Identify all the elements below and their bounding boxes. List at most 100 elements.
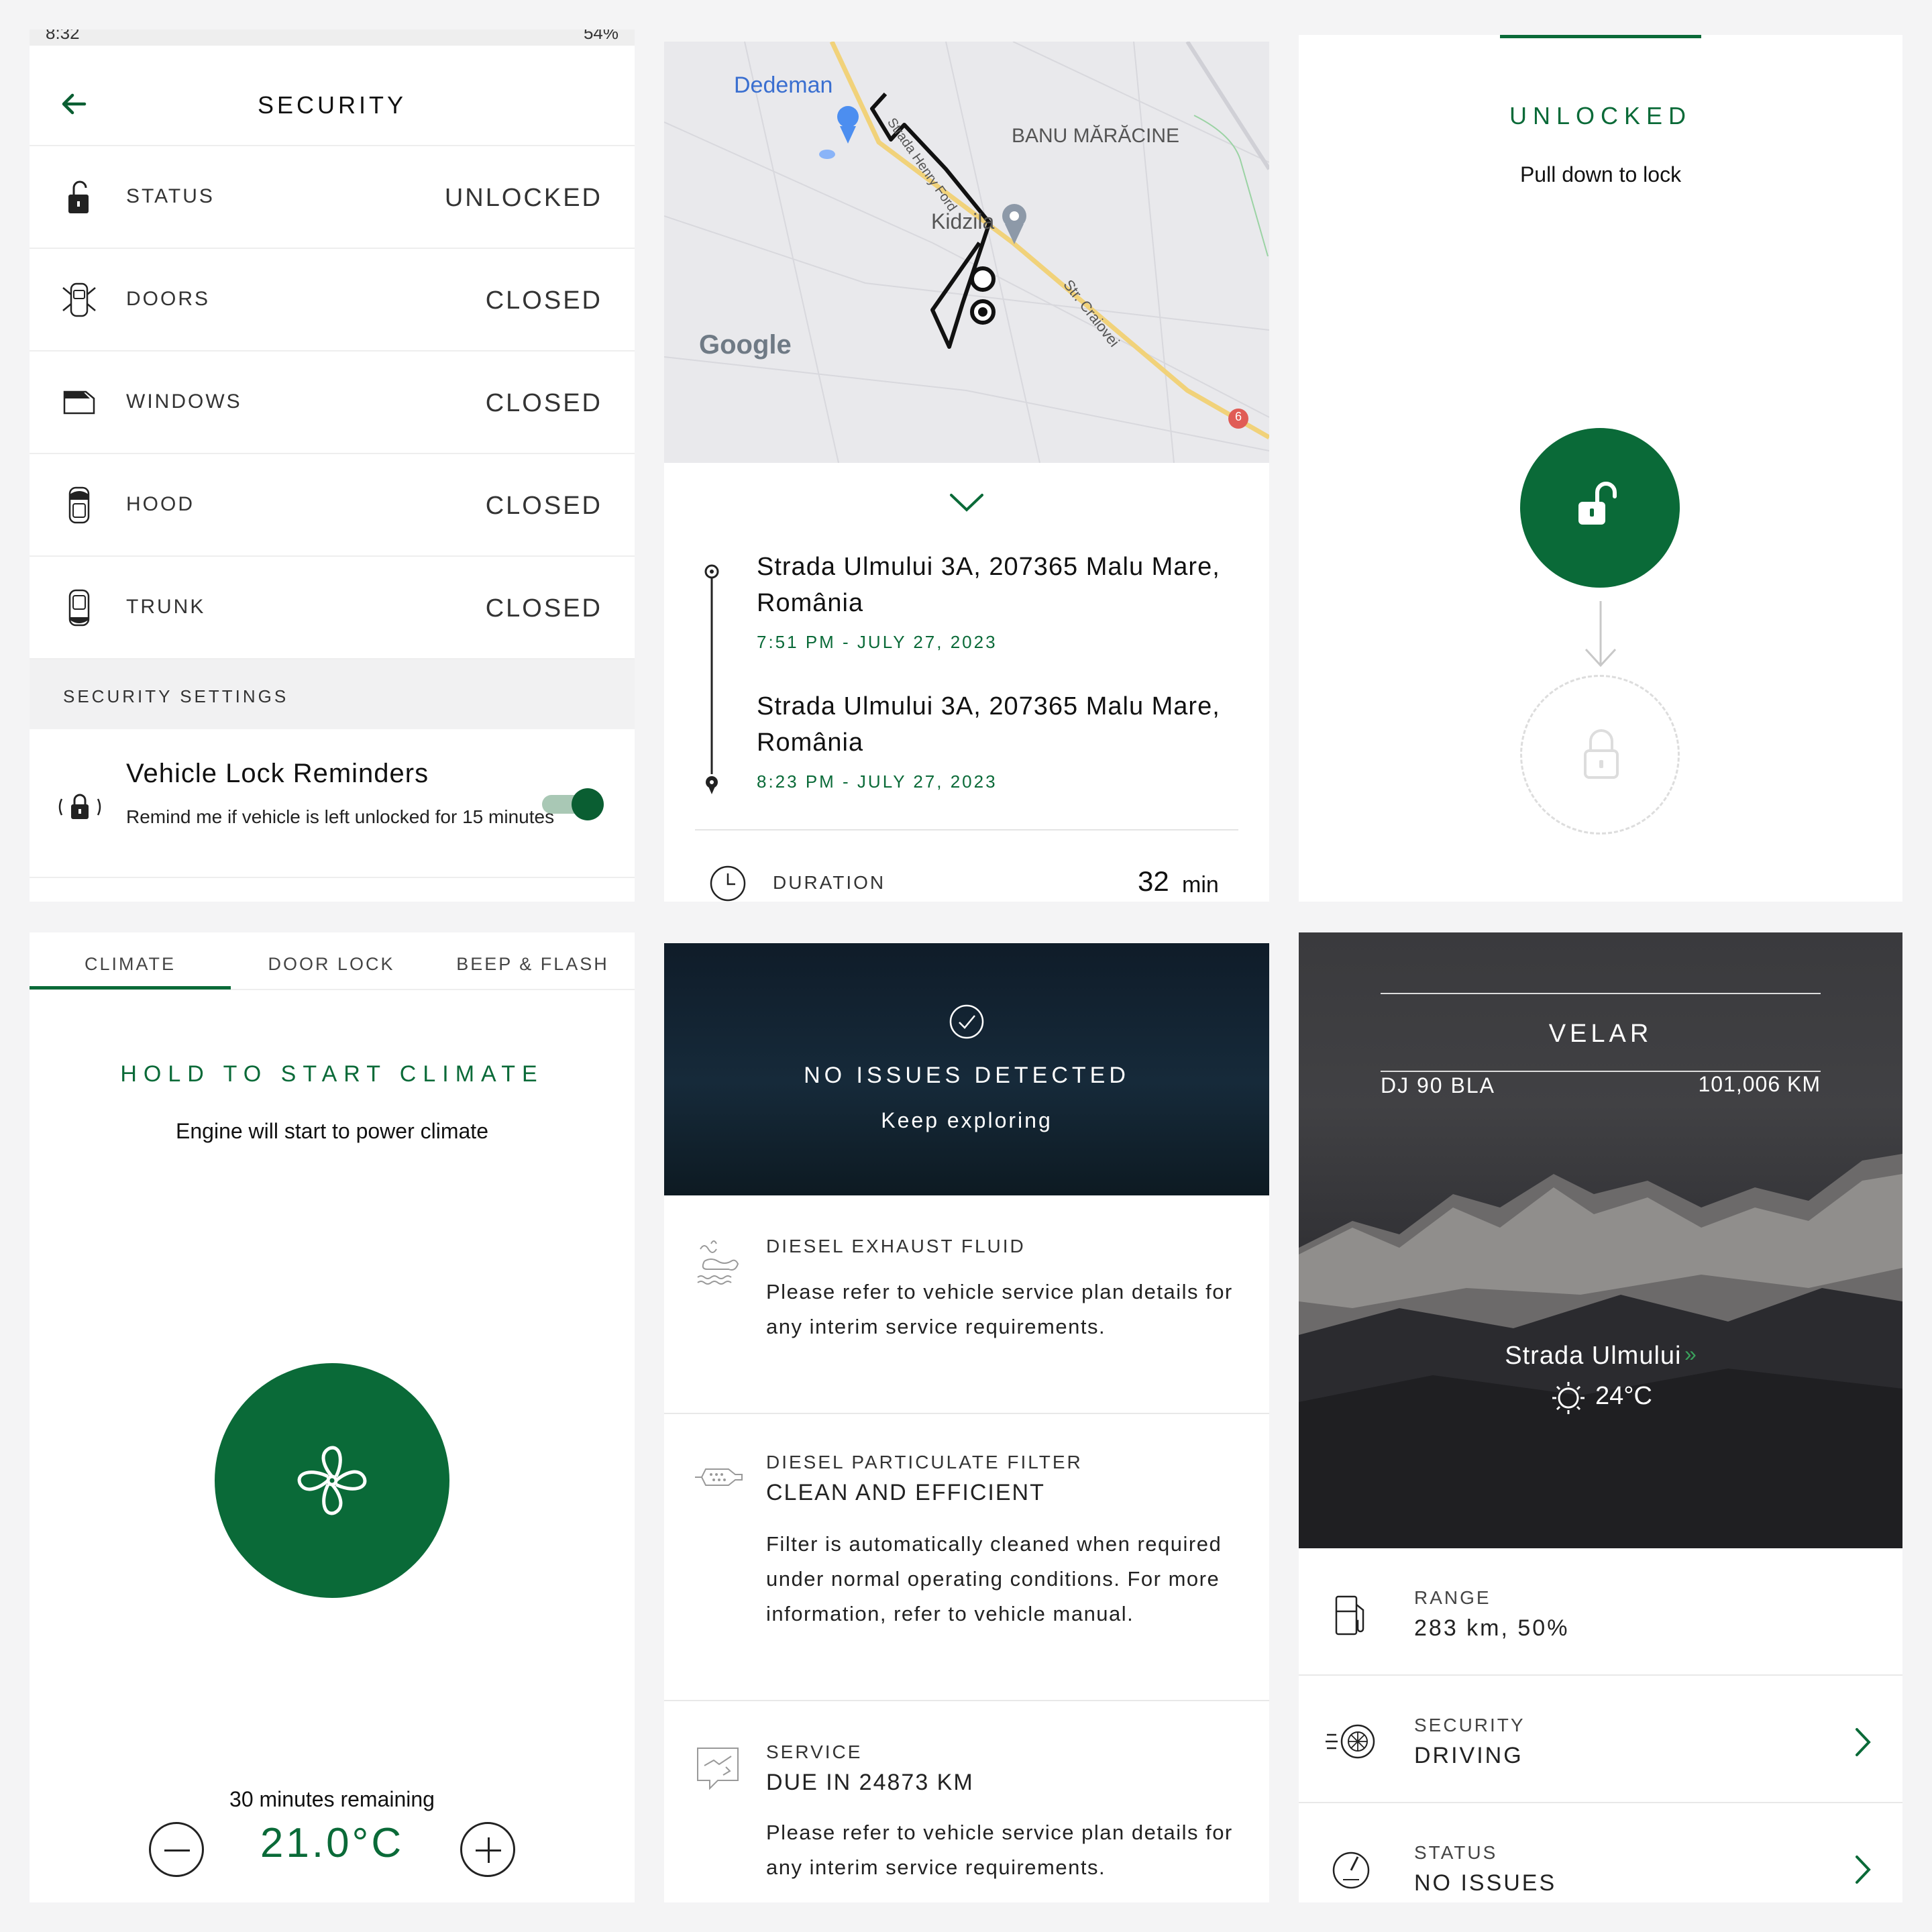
- google-logo: Google: [699, 330, 792, 360]
- map-label-kidzila: Kidzila: [931, 209, 995, 233]
- divider: [695, 829, 1238, 830]
- duration-label: DURATION: [773, 872, 886, 893]
- doors-value: CLOSED: [485, 286, 602, 315]
- lock-instruction: Pull down to lock: [1519, 162, 1682, 186]
- time-remaining: 30 minutes remaining: [229, 1787, 435, 1811]
- lock-reminder-row[interactable]: Vehicle Lock Reminders Remind me if vehi…: [30, 729, 635, 878]
- status-battery: 54%: [583, 30, 619, 43]
- particulate-filter-icon: [695, 1468, 743, 1486]
- vehicle-location: Strada Ulmului: [1505, 1342, 1682, 1370]
- vehicle-odometer: 101,006 KM: [1698, 1072, 1821, 1096]
- list-item-security[interactable]: SECURITY DRIVING: [1299, 1676, 1902, 1803]
- hood-value: CLOSED: [485, 492, 602, 520]
- chevron-right-icon: [1856, 1856, 1871, 1884]
- security-row-status: STATUS UNLOCKED: [30, 146, 635, 249]
- security-row-hood: HOOD CLOSED: [30, 454, 635, 557]
- lock-reminder-icon: [58, 794, 101, 819]
- status-label: STATUS: [126, 185, 215, 207]
- trip-map[interactable]: Dedeman BANU MĂRĂCINE Kidzila Strada Hen…: [664, 42, 1269, 463]
- fan-icon: [297, 1446, 367, 1515]
- trip-end-time: 8:23 PM - JULY 27, 2023: [757, 771, 998, 792]
- windows-value: CLOSED: [485, 389, 602, 417]
- open-padlock-icon: [1578, 482, 1617, 525]
- increase-temp-button[interactable]: [460, 1822, 515, 1877]
- mountain-backdrop: [1299, 1154, 1902, 1548]
- page-title: SECURITY: [257, 91, 407, 119]
- tab-beep-flash[interactable]: BEEP & FLASH: [432, 954, 633, 975]
- sun-icon: [1552, 1382, 1585, 1414]
- map-label-banu-maracine: BANU MĂRĂCINE: [1012, 125, 1180, 147]
- check-circle-icon: [949, 1004, 984, 1039]
- status-time: 8:32: [46, 30, 80, 43]
- chevron-down-icon[interactable]: [949, 491, 985, 514]
- security-header: SECURITY: [30, 46, 635, 146]
- tab-door-lock[interactable]: DOOR LOCK: [231, 954, 432, 975]
- vehicle-hero: VELAR DJ 90 BLA 101,006 KM Strada Ulmulu…: [1299, 932, 1902, 1548]
- trip-end-address: Strada Ulmului 3A, 207365 Malu Mare, Rom…: [757, 692, 1220, 757]
- security-row-windows: WINDOWS CLOSED: [30, 352, 635, 454]
- hood-label: HOOD: [126, 493, 195, 515]
- diag-item-service: SERVICE DUE IN 24873 KM Please refer to …: [664, 1701, 1269, 1902]
- trunk-label: TRUNK: [126, 596, 206, 618]
- vehicle-location-link[interactable]: Strada Ulmului »: [1299, 1342, 1902, 1371]
- vehicle-health-screen: NO ISSUES DETECTED Keep exploring DIESEL…: [664, 943, 1269, 1902]
- open-padlock-icon: [68, 180, 89, 213]
- trip-start-address: Strada Ulmului 3A, 207365 Malu Mare, Rom…: [757, 553, 1220, 617]
- padlock-icon: [1584, 729, 1619, 779]
- diag-heading: DUE IN 24873 KM: [766, 1770, 974, 1795]
- security-row-trunk: TRUNK CLOSED: [30, 557, 635, 659]
- range-caption: RANGE: [1414, 1587, 1491, 1608]
- clock-icon: [710, 865, 746, 902]
- exhaust-fluid-icon: [697, 1240, 739, 1285]
- start-climate-button[interactable]: [215, 1363, 449, 1598]
- unlock-handle[interactable]: [1520, 428, 1680, 588]
- remote-tabs: CLIMATE DOOR LOCK BEEP & FLASH: [30, 932, 635, 990]
- active-tab-indicator: [30, 986, 231, 989]
- diag-body: Please refer to vehicle service plan det…: [766, 1280, 1233, 1338]
- duration-value: 32: [1138, 865, 1169, 897]
- gauge-icon: [1332, 1851, 1370, 1889]
- tab-climate[interactable]: CLIMATE: [30, 954, 231, 975]
- vehicle-home-screen: VELAR DJ 90 BLA 101,006 KM Strada Ulmulu…: [1299, 932, 1902, 1902]
- diag-caption: DIESEL PARTICULATE FILTER: [766, 1452, 1083, 1472]
- list-item-range: RANGE 283 km, 50%: [1299, 1548, 1902, 1676]
- route-shield: 6: [1235, 410, 1242, 423]
- security-settings-header: SECURITY SETTINGS: [30, 659, 635, 729]
- car-window-icon: [63, 390, 95, 415]
- diag-caption: SERVICE: [766, 1741, 863, 1762]
- security-screen: 8:32 54% SECURITY STATUS UNLOCKED DOORS …: [30, 30, 635, 902]
- map-canvas: [664, 42, 1269, 463]
- security-caption: SECURITY: [1414, 1715, 1525, 1735]
- wheel-security-icon: [1326, 1724, 1375, 1759]
- chevron-right-icon: [1856, 1728, 1871, 1756]
- climate-subtitle: Engine will start to power climate: [176, 1119, 488, 1143]
- diag-body: Please refer to vehicle service plan det…: [766, 1821, 1233, 1879]
- diag-caption: DIESEL EXHAUST FLUID: [766, 1236, 1026, 1256]
- chevron-right-double-icon: »: [1684, 1342, 1697, 1366]
- range-value: 283 km, 50%: [1414, 1615, 1570, 1641]
- status-caption: STATUS: [1414, 1842, 1498, 1863]
- doors-label: DOORS: [126, 288, 211, 310]
- health-hero-title: NO ISSUES DETECTED: [804, 1063, 1130, 1088]
- trunk-value: CLOSED: [485, 594, 602, 623]
- lock-target[interactable]: [1520, 675, 1680, 835]
- top-rule: [1381, 993, 1821, 994]
- map-label-dedeman: Dedeman: [734, 72, 833, 98]
- arrow-down-icon: [1585, 601, 1617, 667]
- list-item-status[interactable]: STATUS NO ISSUES: [1299, 1803, 1902, 1902]
- vehicle-model: VELAR: [1548, 1020, 1653, 1048]
- toggle-knob: [572, 788, 604, 820]
- status-value: UNLOCKED: [444, 184, 602, 212]
- service-icon: [697, 1748, 739, 1790]
- car-doors-icon: [62, 282, 96, 317]
- security-value: DRIVING: [1414, 1743, 1523, 1768]
- status-value: NO ISSUES: [1414, 1870, 1557, 1896]
- trip-screen: Dedeman BANU MĂRĂCINE Kidzila Strada Hen…: [664, 42, 1269, 902]
- health-hero: NO ISSUES DETECTED Keep exploring: [664, 943, 1269, 1195]
- lock-reminder-toggle[interactable]: [542, 788, 604, 820]
- temperature-value: 21.0°C: [260, 1820, 405, 1866]
- plus-icon-vertical: [488, 1837, 490, 1863]
- lock-screen: UNLOCKED Pull down to lock: [1299, 35, 1902, 902]
- security-row-doors: DOORS CLOSED: [30, 249, 635, 352]
- reminder-description: Remind me if vehicle is left unlocked fo…: [126, 806, 555, 827]
